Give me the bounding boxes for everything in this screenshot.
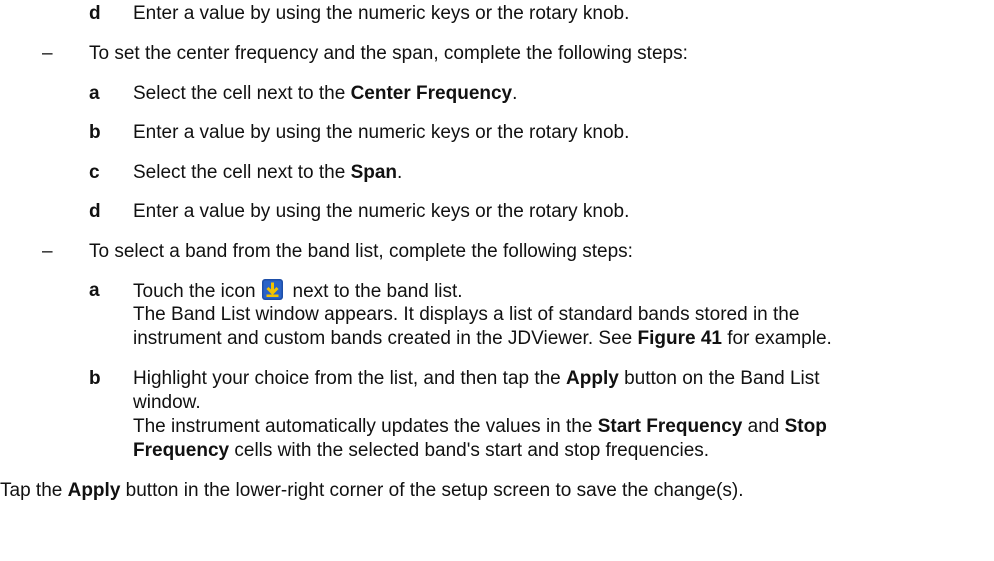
bullet-intro: To select a band from the band list, com… [89, 241, 633, 262]
step-text: Enter a value by using the numeric keys … [133, 201, 630, 222]
step-text: Select the cell next to the Center Frequ… [133, 83, 518, 104]
download-arrow-icon [261, 279, 283, 300]
step-text: Frequency cells with the selected band's… [133, 440, 710, 461]
step-letter: d [89, 201, 101, 222]
step-text: The Band List window appears. It display… [133, 304, 800, 325]
step-letter: c [89, 162, 100, 183]
manual-page: d Enter a value by using the numeric key… [0, 0, 994, 561]
step-text: Select the cell next to the Span. [133, 162, 403, 183]
step-text: instrument and custom bands created in t… [133, 328, 832, 349]
step-letter: a [89, 83, 100, 104]
step-letter: b [89, 368, 101, 389]
step-letter: d [89, 3, 101, 24]
step-text: Enter a value by using the numeric keys … [133, 3, 630, 24]
step-text: The instrument automatically updates the… [133, 416, 827, 437]
final-instruction: Tap the Apply button in the lower-right … [0, 480, 744, 501]
step-text: window. [133, 392, 201, 413]
bullet-dash: – [42, 43, 53, 64]
step-letter: a [89, 280, 100, 301]
step-text: Enter a value by using the numeric keys … [133, 122, 630, 143]
step-text: Highlight your choice from the list, and… [133, 368, 820, 389]
step-letter: b [89, 122, 101, 143]
bullet-intro: To set the center frequency and the span… [89, 43, 688, 64]
step-text: Touch the icon next to the band list. [133, 279, 463, 302]
bullet-dash: – [42, 241, 53, 262]
